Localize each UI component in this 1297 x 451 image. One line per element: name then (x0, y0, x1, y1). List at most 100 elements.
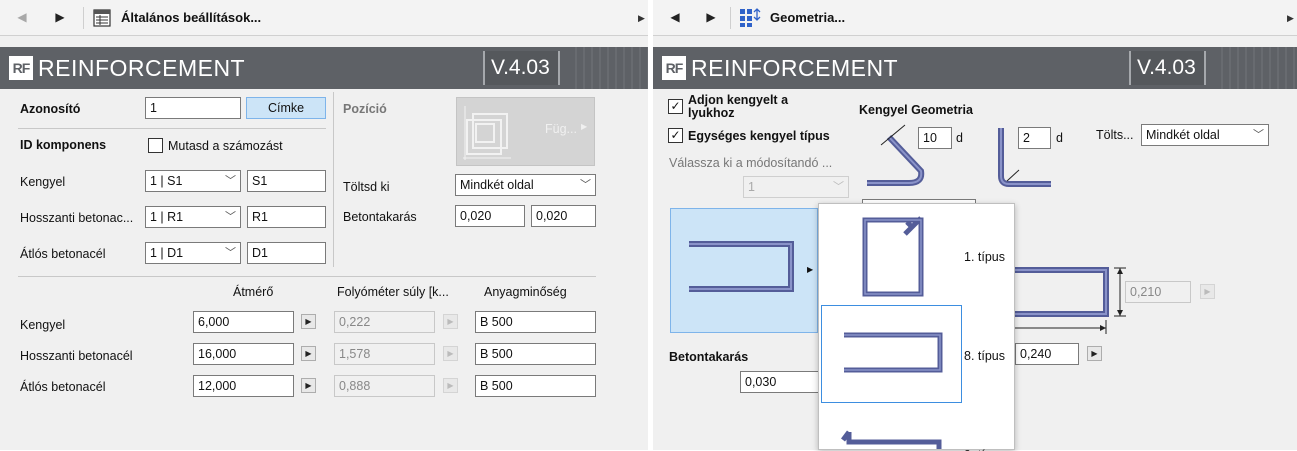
back-arrow-icon[interactable]: ◀ (663, 5, 687, 29)
diagonal-select-value: 1 | D1 (150, 246, 184, 260)
grade-input[interactable]: B 500 (475, 343, 596, 365)
stirrup-type-option-8[interactable] (821, 305, 962, 403)
weight-input: 0,222 (334, 311, 435, 333)
back-arrow-icon[interactable]: ◀ (10, 5, 34, 29)
nav-title[interactable]: Geometria... (770, 0, 845, 36)
diameter-input[interactable]: 12,000 (193, 375, 294, 397)
chevron-down-icon: ﹀ (225, 211, 236, 223)
label-button[interactable]: Címke (246, 97, 326, 119)
option-label[interactable]: 1. típus (964, 250, 1005, 264)
position-arrow-icon: ▶ (581, 122, 588, 131)
chevron-down-icon: ﹀ (225, 175, 236, 187)
hooked-stirrup-icon (841, 430, 942, 449)
grade-header: Anyagminőség (484, 285, 567, 299)
stirrup-type-option-9[interactable] (821, 404, 962, 449)
position-box-icon (463, 106, 511, 160)
grade-input[interactable]: B 500 (475, 375, 596, 397)
cover-input-2[interactable]: 0,020 (531, 205, 596, 227)
diagonal-text-input[interactable]: D1 (247, 242, 326, 264)
id-label: Azonosító (20, 102, 81, 116)
play-icon[interactable]: ▶ (1087, 346, 1102, 361)
fill-select-value: Mindkét oldal (1146, 128, 1220, 142)
forward-arrow-icon[interactable]: ▶ (699, 5, 723, 29)
stirrup-select[interactable]: 1 | S1 ﹀ (145, 170, 241, 192)
geometry-grid-icon (740, 8, 761, 27)
dimension-input-2[interactable]: 0,240 (1015, 343, 1079, 365)
play-icon: ▶ (443, 314, 458, 329)
weight-input: 1,578 (334, 343, 435, 365)
chevron-down-icon: ﹀ (580, 179, 591, 191)
stirrup-dimension-diagram (1008, 267, 1126, 334)
geometry-title: Kengyel Geometria (859, 103, 973, 117)
select-to-modify-label: Válassza ki a módosítandó ... (669, 156, 833, 170)
navigation-bar: ◀ ▶ Geometria... ▶ (653, 0, 1297, 36)
position-button-label: Füg... (545, 122, 577, 136)
closed-stirrup-icon (862, 216, 924, 297)
grade-input[interactable]: B 500 (475, 311, 596, 333)
modify-select-value: 1 (748, 180, 755, 194)
u-stirrup-icon (844, 332, 943, 373)
general-settings-panel: ◀ ▶ Általános beállítások... ▶ RF REINFO… (0, 0, 648, 450)
nav-title[interactable]: Általános beállítások... (121, 0, 261, 36)
fill-select[interactable]: Mindkét oldal ﹀ (1141, 124, 1269, 146)
diameter-header: Átmérő (233, 285, 274, 299)
forward-arrow-icon[interactable]: ▶ (48, 5, 72, 29)
divider (18, 128, 326, 129)
bend-value-input[interactable]: 2 (1018, 127, 1051, 149)
stirrup-type-option-1[interactable] (821, 206, 962, 304)
longitudinal-select[interactable]: 1 | R1 ﹀ (145, 206, 241, 228)
cover-input[interactable]: 0,030 (740, 371, 820, 393)
diameter-input[interactable]: 16,000 (193, 343, 294, 365)
navigation-bar: ◀ ▶ Általános beállítások... ▶ (0, 0, 648, 36)
play-icon[interactable]: ▶ (301, 346, 316, 361)
banner-stripes (575, 47, 648, 89)
fill-select-value: Mindkét oldal (460, 178, 534, 192)
id-input[interactable]: 1 (145, 97, 241, 119)
nav-separator (730, 7, 731, 29)
reinforcement-banner: RF REINFORCEMENT V.4.03 (0, 47, 648, 89)
stirrup-text-input[interactable]: S1 (247, 170, 326, 192)
longitudinal-select-value: 1 | R1 (150, 210, 184, 224)
position-label: Pozíció (343, 102, 387, 116)
fill-label: Tölts... (1096, 128, 1134, 142)
rf-logo-icon: RF (9, 56, 33, 80)
expand-arrow-icon[interactable]: ▶ (1287, 0, 1294, 36)
show-numbering-checkbox[interactable] (148, 138, 163, 153)
diagonal-select[interactable]: 1 | D1 ﹀ (145, 242, 241, 264)
option-label[interactable]: 8. típus (964, 349, 1005, 363)
brand-title: REINFORCEMENT (38, 55, 246, 81)
chevron-down-icon: ﹀ (833, 181, 844, 193)
weight-input: 0,888 (334, 375, 435, 397)
diagonal-label: Átlós betonacél (20, 247, 106, 261)
banner-stripes (1221, 47, 1297, 89)
expand-arrow-icon[interactable]: ▶ (638, 0, 645, 36)
fill-select[interactable]: Mindkét oldal ﹀ (455, 174, 596, 196)
longitudinal-label: Hosszanti betonac... (20, 211, 134, 225)
hole-stirrup-checkbox[interactable]: ✓ (668, 99, 683, 114)
stirrup-type-button[interactable]: ▶ (670, 208, 818, 333)
longitudinal-text-input[interactable]: R1 (247, 206, 326, 228)
cover-label: Betontakarás (343, 210, 417, 224)
table-row-label: Átlós betonacél (20, 380, 106, 394)
position-button[interactable]: Füg... ▶ (456, 97, 595, 166)
u-stirrup-icon (689, 241, 794, 292)
uniform-type-checkbox[interactable]: ✓ (668, 128, 683, 143)
modify-select: 1 ﹀ (743, 176, 849, 198)
uniform-type-label: Egységes kengyel típus (688, 129, 830, 143)
nav-separator (83, 7, 84, 29)
hook-length-input[interactable]: 10 (918, 127, 952, 149)
table-row-label: Hosszanti betonacél (20, 349, 133, 363)
cover-label: Betontakarás (669, 350, 749, 364)
expand-arrow-icon: ▶ (807, 265, 814, 274)
chevron-down-icon: ﹀ (225, 247, 236, 259)
play-icon: ▶ (443, 346, 458, 361)
play-icon[interactable]: ▶ (301, 378, 316, 393)
dimension-input-1: 0,210 (1125, 281, 1191, 303)
version-label: V.4.03 (1129, 51, 1206, 85)
weight-header: Folyóméter súly [k... (337, 285, 449, 299)
cover-input-1[interactable]: 0,020 (455, 205, 525, 227)
play-icon: ▶ (1200, 284, 1215, 299)
diameter-input[interactable]: 6,000 (193, 311, 294, 333)
play-icon[interactable]: ▶ (301, 314, 316, 329)
show-numbering-label: Mutasd a számozást (168, 139, 283, 153)
